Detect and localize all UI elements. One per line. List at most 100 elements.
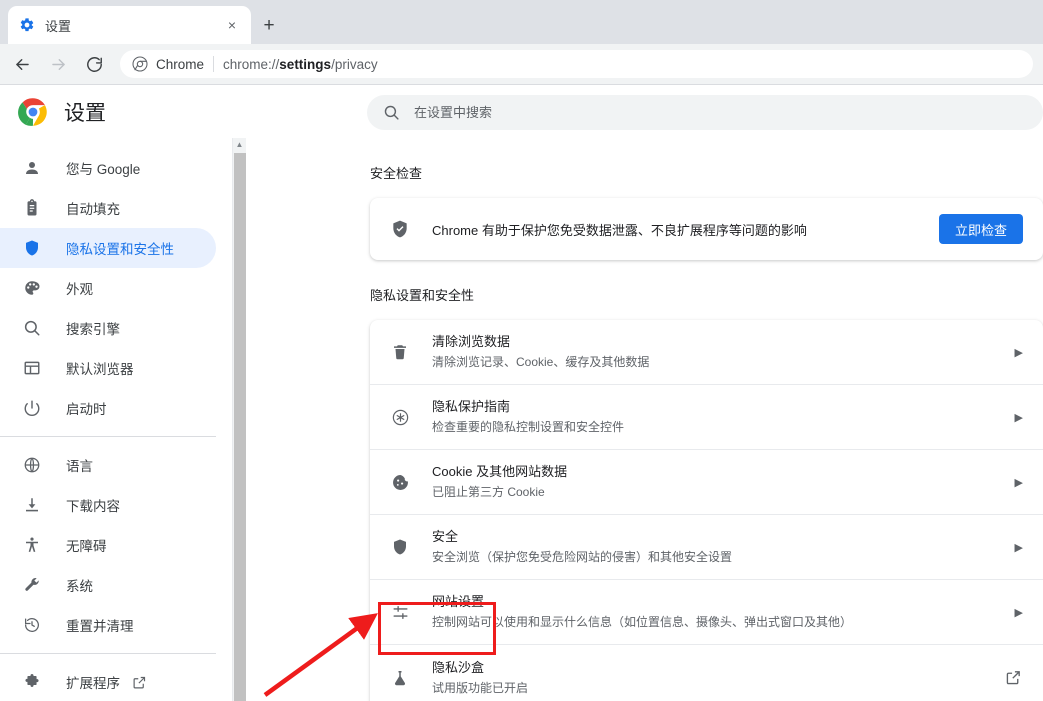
- settings-main: 安全检查 Chrome 有助于保护您免受数据泄露、不良扩展程序等问题的影响 立即…: [246, 138, 1043, 701]
- address-bar[interactable]: Chrome chrome://settings/privacy: [120, 50, 1033, 78]
- person-icon: [22, 158, 42, 178]
- chrome-logo-icon: [18, 97, 48, 127]
- tab-settings[interactable]: 设置 ×: [8, 6, 251, 44]
- settings-header: 设置: [0, 85, 1043, 138]
- row-subtitle: 试用版功能已开启: [432, 680, 529, 695]
- sidebar-item-reset-and-clean-up[interactable]: 重置并清理: [0, 605, 216, 645]
- sidebar-item-appearance[interactable]: 外观: [0, 268, 216, 308]
- chevron-right-icon: ▶: [1014, 411, 1023, 424]
- page-title: 设置: [64, 101, 106, 125]
- close-icon[interactable]: ×: [223, 16, 241, 34]
- settings-sidebar: 您与 Google 自动填充 隐私设置和安全性 外观 搜索引擎 默认浏览器 启动…: [0, 138, 232, 701]
- sidebar-item-system[interactable]: 系统: [0, 565, 216, 605]
- tab-strip: 设置 × +: [0, 0, 1043, 44]
- row-title: 隐私沙盒: [432, 659, 485, 675]
- privacy-settings-card: 清除浏览数据 清除浏览记录、Cookie、缓存及其他数据 ▶ 隐私保护指南 检查…: [370, 320, 1043, 701]
- wrench-icon: [22, 575, 42, 595]
- row-text: 隐私保护指南 检查重要的隐私控制设置和安全控件: [432, 397, 1005, 437]
- history-icon: [22, 615, 42, 635]
- clipboard-icon: [22, 198, 42, 218]
- sidebar-item-label: 搜索引擎: [66, 322, 120, 337]
- window-icon: [22, 358, 42, 378]
- row-title: 安全: [432, 529, 459, 544]
- sidebar-item-label: 自动填充: [66, 202, 120, 217]
- row-title: Cookie 及其他网站数据: [432, 464, 568, 479]
- sidebar-divider: [0, 653, 216, 654]
- privacy-guide-icon: [390, 407, 410, 427]
- sidebar-item-label: 系统: [66, 579, 93, 594]
- sidebar-item-privacy-and-security[interactable]: 隐私设置和安全性: [0, 228, 216, 268]
- chevron-right-icon: ▶: [1014, 346, 1023, 359]
- row-clear-browsing-data[interactable]: 清除浏览数据 清除浏览记录、Cookie、缓存及其他数据 ▶: [370, 320, 1043, 385]
- sidebar-item-downloads[interactable]: 下载内容: [0, 485, 216, 525]
- search-icon: [22, 318, 42, 338]
- privacy-section-heading: 隐私设置和安全性: [370, 288, 475, 303]
- row-subtitle: 控制网站可以使用和显示什么信息（如位置信息、摄像头、弹出式窗口及其他）: [432, 615, 853, 629]
- sidebar-item-label: 重置并清理: [66, 619, 134, 634]
- sidebar-item-extensions[interactable]: 扩展程序: [0, 662, 216, 701]
- shield-check-icon: [390, 219, 410, 239]
- search-icon: [383, 104, 400, 121]
- row-cookies-and-site-data[interactable]: Cookie 及其他网站数据 已阻止第三方 Cookie ▶: [370, 450, 1043, 515]
- shield-icon: [22, 238, 42, 258]
- sidebar-item-label: 启动时: [66, 402, 107, 417]
- cookie-icon: [390, 472, 410, 492]
- shield-icon: [390, 537, 410, 557]
- row-text: 网站设置 控制网站可以使用和显示什么信息（如位置信息、摄像头、弹出式窗口及其他）: [432, 592, 1005, 632]
- sidebar-item-label: 扩展程序: [66, 676, 120, 691]
- scrollbar-thumb[interactable]: [234, 153, 246, 701]
- sidebar-item-search-engine[interactable]: 搜索引擎: [0, 308, 216, 348]
- new-tab-button[interactable]: +: [256, 12, 282, 38]
- chevron-right-icon: ▶: [1014, 541, 1023, 554]
- trash-icon: [390, 342, 410, 362]
- external-link-icon: [1005, 669, 1023, 687]
- scroll-up-icon[interactable]: ▲: [233, 138, 246, 152]
- sidebar-item-label: 下载内容: [66, 499, 120, 514]
- forward-icon[interactable]: [44, 50, 72, 78]
- power-icon: [22, 398, 42, 418]
- sidebar-item-label: 默认浏览器: [66, 362, 134, 377]
- chevron-right-icon: ▶: [1014, 606, 1023, 619]
- row-privacy-sandbox[interactable]: 隐私沙盒 试用版功能已开启: [370, 645, 1043, 701]
- sliders-icon: [390, 602, 410, 622]
- sidebar-item-label: 无障碍: [66, 539, 107, 554]
- sidebar-item-label: 外观: [66, 282, 93, 297]
- omnibox-divider: [213, 56, 215, 72]
- sidebar-item-label: 隐私设置和安全性: [66, 242, 174, 257]
- row-subtitle: 检查重要的隐私控制设置和安全控件: [432, 420, 625, 434]
- sidebar-item-on-startup[interactable]: 启动时: [0, 388, 216, 428]
- safety-check-card: Chrome 有助于保护您免受数据泄露、不良扩展程序等问题的影响 立即检查: [370, 198, 1043, 260]
- row-site-settings[interactable]: 网站设置 控制网站可以使用和显示什么信息（如位置信息、摄像头、弹出式窗口及其他）…: [370, 580, 1043, 645]
- row-text: 清除浏览数据 清除浏览记录、Cookie、缓存及其他数据: [432, 332, 1005, 372]
- browser-window: 设置 × + Chrome chrome://settings/privacy …: [0, 0, 1043, 701]
- url-prefix: chrome://: [223, 56, 280, 72]
- sidebar-scrollbar[interactable]: ▲: [232, 138, 246, 701]
- row-title: 隐私保护指南: [432, 399, 511, 414]
- run-safety-check-button[interactable]: 立即检查: [938, 214, 1023, 244]
- external-link-icon: [132, 675, 147, 690]
- globe-icon: [22, 455, 42, 475]
- sidebar-item-default-browser[interactable]: 默认浏览器: [0, 348, 216, 388]
- settings-search[interactable]: [367, 95, 1043, 130]
- back-icon[interactable]: [8, 50, 36, 78]
- tab-title: 设置: [45, 18, 72, 34]
- content-area: 您与 Google 自动填充 隐私设置和安全性 外观 搜索引擎 默认浏览器 启动…: [0, 138, 1043, 701]
- search-input[interactable]: [414, 105, 1027, 120]
- sidebar-item-autofill[interactable]: 自动填充: [0, 188, 216, 228]
- url-suffix: /privacy: [331, 56, 378, 72]
- row-title: 网站设置: [432, 594, 485, 609]
- row-security[interactable]: 安全 安全浏览（保护您免受危险网站的侵害）和其他安全设置 ▶: [370, 515, 1043, 580]
- reload-icon[interactable]: [80, 50, 108, 78]
- row-subtitle: 清除浏览记录、Cookie、缓存及其他数据: [432, 355, 650, 369]
- sidebar-item-languages[interactable]: 语言: [0, 445, 216, 485]
- download-icon: [22, 495, 42, 515]
- sidebar-item-you-and-google[interactable]: 您与 Google: [0, 148, 216, 188]
- puzzle-icon: [22, 672, 42, 692]
- palette-icon: [22, 278, 42, 298]
- sidebar-item-accessibility[interactable]: 无障碍: [0, 525, 216, 565]
- accessibility-icon: [22, 535, 42, 555]
- row-text: 安全 安全浏览（保护您免受危险网站的侵害）和其他安全设置: [432, 527, 1005, 567]
- url-text: chrome://settings/privacy: [223, 57, 378, 72]
- row-privacy-guide[interactable]: 隐私保护指南 检查重要的隐私控制设置和安全控件 ▶: [370, 385, 1043, 450]
- safety-check-description: Chrome 有助于保护您免受数据泄露、不良扩展程序等问题的影响: [432, 222, 807, 238]
